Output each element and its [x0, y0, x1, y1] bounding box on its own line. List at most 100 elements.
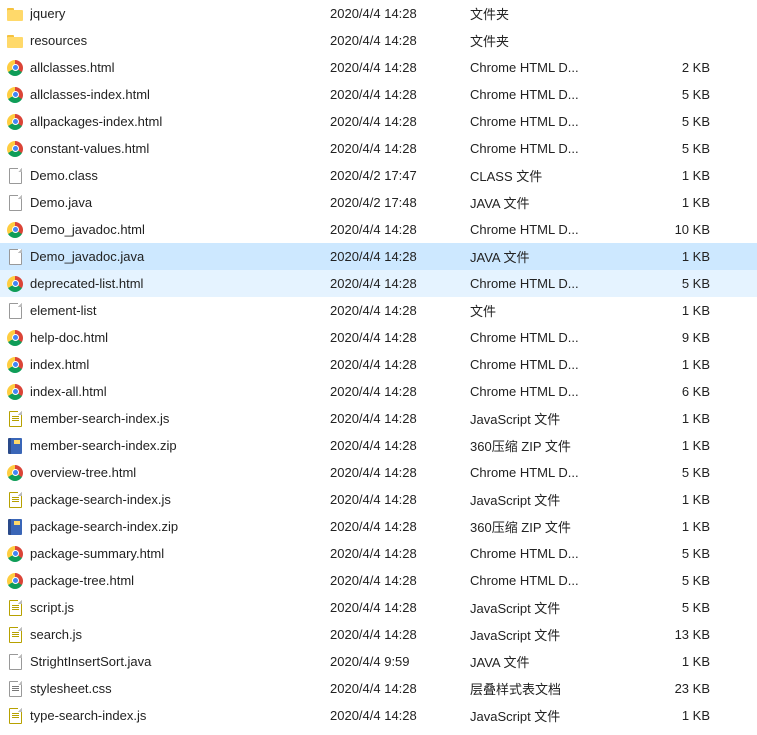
- file-row[interactable]: help-doc.html2020/4/4 14:28Chrome HTML D…: [0, 324, 757, 351]
- file-row[interactable]: Demo_javadoc.html2020/4/4 14:28Chrome HT…: [0, 216, 757, 243]
- file-name: overview-tree.html: [30, 465, 330, 480]
- file-row[interactable]: package-search-index.js2020/4/4 14:28Jav…: [0, 486, 757, 513]
- javascript-file-icon: [6, 707, 24, 725]
- file-row[interactable]: StrightInsertSort.java2020/4/4 9:59JAVA …: [0, 648, 757, 675]
- file-size: 5 KB: [640, 546, 730, 561]
- file-row[interactable]: jquery2020/4/4 14:28文件夹: [0, 0, 757, 27]
- file-date: 2020/4/4 14:28: [330, 303, 470, 318]
- file-type: JAVA 文件: [470, 193, 640, 212]
- file-type: JavaScript 文件: [470, 706, 640, 725]
- file-row[interactable]: Demo.class2020/4/2 17:47CLASS 文件1 KB: [0, 162, 757, 189]
- file-name: member-search-index.js: [30, 411, 330, 426]
- file-size: 1 KB: [640, 708, 730, 723]
- file-date: 2020/4/2 17:47: [330, 168, 470, 183]
- file-date: 2020/4/4 14:28: [330, 141, 470, 156]
- file-name: allpackages-index.html: [30, 114, 330, 129]
- file-name: script.js: [30, 600, 330, 615]
- file-type: Chrome HTML D...: [470, 222, 640, 237]
- chrome-icon: [6, 86, 24, 104]
- file-row[interactable]: allpackages-index.html2020/4/4 14:28Chro…: [0, 108, 757, 135]
- chrome-icon: [6, 140, 24, 158]
- file-size: 1 KB: [640, 303, 730, 318]
- file-name: resources: [30, 33, 330, 48]
- file-type: JAVA 文件: [470, 652, 640, 671]
- file-name: deprecated-list.html: [30, 276, 330, 291]
- file-row[interactable]: element-list2020/4/4 14:28文件1 KB: [0, 297, 757, 324]
- file-size: 5 KB: [640, 114, 730, 129]
- chrome-icon: [6, 572, 24, 590]
- generic-file-icon: [6, 302, 24, 320]
- file-row[interactable]: allclasses-index.html2020/4/4 14:28Chrom…: [0, 81, 757, 108]
- file-date: 2020/4/4 14:28: [330, 276, 470, 291]
- file-name: search.js: [30, 627, 330, 642]
- file-date: 2020/4/4 14:28: [330, 573, 470, 588]
- file-size: 5 KB: [640, 600, 730, 615]
- file-size: 6 KB: [640, 384, 730, 399]
- file-row[interactable]: allclasses.html2020/4/4 14:28Chrome HTML…: [0, 54, 757, 81]
- file-row[interactable]: resources2020/4/4 14:28文件夹: [0, 27, 757, 54]
- file-name: Demo_javadoc.java: [30, 249, 330, 264]
- file-type: Chrome HTML D...: [470, 114, 640, 129]
- file-date: 2020/4/4 14:28: [330, 465, 470, 480]
- chrome-icon: [6, 221, 24, 239]
- file-date: 2020/4/4 14:28: [330, 600, 470, 615]
- file-date: 2020/4/4 14:28: [330, 384, 470, 399]
- file-date: 2020/4/4 14:28: [330, 627, 470, 642]
- file-name: package-search-index.zip: [30, 519, 330, 534]
- file-row[interactable]: Demo.java2020/4/2 17:48JAVA 文件1 KB: [0, 189, 757, 216]
- file-row[interactable]: package-search-index.zip2020/4/4 14:2836…: [0, 513, 757, 540]
- file-row[interactable]: index-all.html2020/4/4 14:28Chrome HTML …: [0, 378, 757, 405]
- folder-icon: [6, 32, 24, 50]
- file-row[interactable]: package-tree.html2020/4/4 14:28Chrome HT…: [0, 567, 757, 594]
- file-date: 2020/4/4 14:28: [330, 411, 470, 426]
- file-name: package-summary.html: [30, 546, 330, 561]
- file-size: 1 KB: [640, 249, 730, 264]
- file-size: 23 KB: [640, 681, 730, 696]
- zip-file-icon: [6, 437, 24, 455]
- file-type: 文件夹: [470, 4, 640, 23]
- file-date: 2020/4/4 14:28: [330, 546, 470, 561]
- file-row[interactable]: index.html2020/4/4 14:28Chrome HTML D...…: [0, 351, 757, 378]
- file-row[interactable]: member-search-index.js2020/4/4 14:28Java…: [0, 405, 757, 432]
- file-row[interactable]: Demo_javadoc.java2020/4/4 14:28JAVA 文件1 …: [0, 243, 757, 270]
- file-type: Chrome HTML D...: [470, 330, 640, 345]
- file-list[interactable]: jquery2020/4/4 14:28文件夹resources2020/4/4…: [0, 0, 757, 729]
- file-name: package-search-index.js: [30, 492, 330, 507]
- file-size: 1 KB: [640, 519, 730, 534]
- file-row[interactable]: member-search-index.zip2020/4/4 14:28360…: [0, 432, 757, 459]
- file-row[interactable]: stylesheet.css2020/4/4 14:28层叠样式表文档23 KB: [0, 675, 757, 702]
- file-row[interactable]: deprecated-list.html2020/4/4 14:28Chrome…: [0, 270, 757, 297]
- file-type: JavaScript 文件: [470, 625, 640, 644]
- folder-icon: [6, 5, 24, 23]
- file-name: package-tree.html: [30, 573, 330, 588]
- file-row[interactable]: script.js2020/4/4 14:28JavaScript 文件5 KB: [0, 594, 757, 621]
- file-row[interactable]: overview-tree.html2020/4/4 14:28Chrome H…: [0, 459, 757, 486]
- file-name: index-all.html: [30, 384, 330, 399]
- file-type: Chrome HTML D...: [470, 276, 640, 291]
- file-type: 文件: [470, 301, 640, 320]
- generic-file-icon: [6, 194, 24, 212]
- file-type: JavaScript 文件: [470, 490, 640, 509]
- file-type: Chrome HTML D...: [470, 573, 640, 588]
- file-size: 1 KB: [640, 654, 730, 669]
- file-row[interactable]: constant-values.html2020/4/4 14:28Chrome…: [0, 135, 757, 162]
- file-size: 2 KB: [640, 60, 730, 75]
- chrome-icon: [6, 113, 24, 131]
- generic-file-icon: [6, 248, 24, 266]
- file-type: CLASS 文件: [470, 166, 640, 185]
- file-row[interactable]: type-search-index.js2020/4/4 14:28JavaSc…: [0, 702, 757, 729]
- file-size: 13 KB: [640, 627, 730, 642]
- file-date: 2020/4/4 14:28: [330, 87, 470, 102]
- file-type: JAVA 文件: [470, 247, 640, 266]
- javascript-file-icon: [6, 410, 24, 428]
- javascript-file-icon: [6, 491, 24, 509]
- file-row[interactable]: search.js2020/4/4 14:28JavaScript 文件13 K…: [0, 621, 757, 648]
- file-row[interactable]: package-summary.html2020/4/4 14:28Chrome…: [0, 540, 757, 567]
- file-type: 360压缩 ZIP 文件: [470, 436, 640, 455]
- file-type: Chrome HTML D...: [470, 384, 640, 399]
- file-size: 1 KB: [640, 168, 730, 183]
- file-date: 2020/4/4 14:28: [330, 249, 470, 264]
- file-name: help-doc.html: [30, 330, 330, 345]
- file-type: Chrome HTML D...: [470, 60, 640, 75]
- file-date: 2020/4/2 17:48: [330, 195, 470, 210]
